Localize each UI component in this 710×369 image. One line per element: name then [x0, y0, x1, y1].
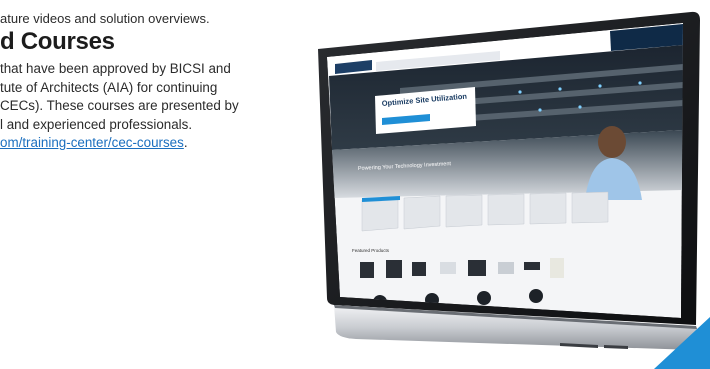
laptop-illustration: Optimize Site Utilization Powering Your …: [318, 11, 704, 350]
corner-accent-triangle: [654, 317, 710, 369]
featured-products-label: Featured Products: [352, 248, 390, 253]
